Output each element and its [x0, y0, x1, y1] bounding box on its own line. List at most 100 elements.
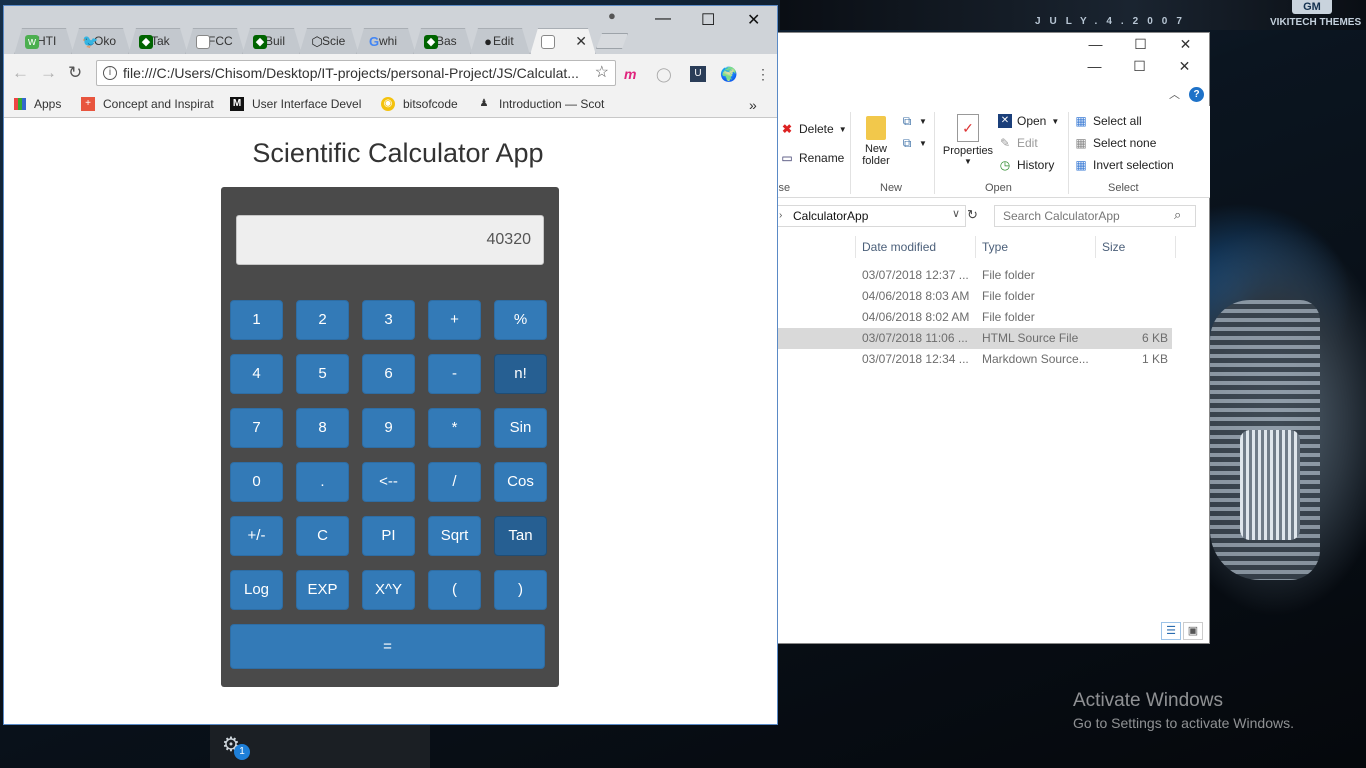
extension-shield-icon[interactable]: U — [690, 66, 706, 82]
close-icon[interactable]: ✕ — [747, 10, 760, 30]
key-decimal[interactable]: . — [296, 462, 349, 502]
address-dropdown-icon[interactable]: ∨ — [952, 207, 960, 220]
key-percent[interactable]: % — [494, 300, 547, 340]
reload-icon[interactable]: ↻ — [68, 63, 82, 83]
key-log[interactable]: Log — [230, 570, 283, 610]
key-sin[interactable]: Sin — [494, 408, 547, 448]
key-9[interactable]: 9 — [362, 408, 415, 448]
key-tan[interactable]: Tan — [494, 516, 547, 556]
key-negate[interactable]: +/- — [230, 516, 283, 556]
key-5[interactable]: 5 — [296, 354, 349, 394]
mention-extension-icon[interactable]: m — [624, 66, 636, 82]
close-icon[interactable]: ✕ — [1162, 58, 1207, 75]
minimize-icon[interactable]: — — [1073, 36, 1118, 53]
file-row[interactable]: 04/06/2018 8:03 AM File folder — [776, 286, 1172, 307]
key-7[interactable]: 7 — [230, 408, 283, 448]
bookmark-apps[interactable]: Apps — [14, 97, 61, 111]
key-exp[interactable]: EXP — [296, 570, 349, 610]
key-backspace[interactable]: <-- — [362, 462, 415, 502]
tab-active[interactable]: ✕ — [530, 28, 596, 55]
minimize-icon[interactable]: — — [1072, 58, 1117, 75]
file-row[interactable]: 03/07/2018 12:34 ... Markdown Source... … — [776, 349, 1172, 370]
edit-button[interactable]: ✎ Edit — [998, 136, 1038, 150]
easy-access-button[interactable]: ⧉ ▼ — [900, 136, 927, 150]
key-6[interactable]: 6 — [362, 354, 415, 394]
back-icon[interactable]: ← — [12, 63, 29, 83]
collapse-ribbon-icon[interactable]: ︿ — [1169, 86, 1180, 102]
open-button[interactable]: ✕ Open ▼ — [998, 114, 1059, 128]
bookmarks-overflow-icon[interactable]: » — [749, 97, 757, 113]
file-row[interactable]: 03/07/2018 12:37 ... File folder — [776, 265, 1172, 286]
menu-icon[interactable]: ⋮ — [756, 66, 770, 83]
file-row-selected[interactable]: 03/07/2018 11:06 ... HTML Source File 6 … — [776, 328, 1172, 349]
column-type[interactable]: Type — [982, 240, 1008, 254]
select-none-button[interactable]: ▦ Select none — [1074, 136, 1156, 150]
maximize-icon[interactable]: ☐ — [1117, 58, 1162, 75]
refresh-icon[interactable]: ↻ — [967, 207, 978, 223]
tab[interactable]: w HTI — [14, 28, 74, 55]
key-subtract[interactable]: - — [428, 354, 481, 394]
maximize-icon[interactable]: ☐ — [1118, 36, 1163, 53]
bookmark-item[interactable]: ♟ Introduction — Scot — [477, 97, 605, 111]
bookmark-item[interactable]: M User Interface Devel — [230, 97, 361, 111]
key-8[interactable]: 8 — [296, 408, 349, 448]
bookmark-star-icon[interactable]: ☆ — [595, 61, 609, 85]
key-clear[interactable]: C — [296, 516, 349, 556]
new-tab-button[interactable] — [596, 33, 628, 49]
file-row[interactable]: 04/06/2018 8:02 AM File folder — [776, 307, 1172, 328]
forward-icon[interactable]: → — [40, 63, 57, 83]
tab[interactable]: ◆ Buil — [242, 28, 302, 55]
key-cos[interactable]: Cos — [494, 462, 547, 502]
info-icon[interactable]: i — [103, 66, 117, 80]
help-icon[interactable]: ? — [1189, 87, 1204, 102]
key-pi[interactable]: PI — [362, 516, 415, 556]
tab[interactable]: ◆ Tak — [128, 28, 188, 55]
key-power[interactable]: X^Y — [362, 570, 415, 610]
bookmark-item[interactable]: + Concept and Inspirat — [81, 97, 214, 111]
tab[interactable]: FCC — [185, 28, 245, 55]
url-input[interactable]: i file:///C:/Users/Chisom/Desktop/IT-pro… — [96, 60, 616, 86]
tab[interactable]: G whi — [356, 28, 416, 55]
invert-selection-button[interactable]: ▦ Invert selection — [1074, 158, 1173, 172]
key-multiply[interactable]: * — [428, 408, 481, 448]
key-open-paren[interactable]: ( — [428, 570, 481, 610]
tab[interactable]: 🐦 Oko — [71, 28, 131, 55]
key-4[interactable]: 4 — [230, 354, 283, 394]
extension-globe-icon[interactable]: 🌍 — [720, 66, 737, 83]
column-date-modified[interactable]: Date modified — [862, 240, 936, 254]
tab[interactable]: ● Edit — [470, 28, 530, 55]
search-icon[interactable]: ⌕ — [1174, 207, 1181, 223]
key-close-paren[interactable]: ) — [494, 570, 547, 610]
close-icon[interactable]: ✕ — [1163, 36, 1208, 53]
key-equals[interactable]: = — [230, 624, 545, 669]
key-1[interactable]: 1 — [230, 300, 283, 340]
new-item-button[interactable]: ⧉ ▼ — [900, 114, 927, 128]
new-folder-button[interactable]: New folder — [858, 116, 894, 167]
delete-button[interactable]: ✖ Delete ▼ — [780, 122, 847, 136]
large-icons-view-icon[interactable]: ▣ — [1183, 622, 1203, 640]
profile-icon[interactable]: ● — [608, 8, 616, 23]
key-factorial[interactable]: n! — [494, 354, 547, 394]
key-2[interactable]: 2 — [296, 300, 349, 340]
extension-circle-icon[interactable]: ◯ — [656, 66, 672, 83]
key-sqrt[interactable]: Sqrt — [428, 516, 481, 556]
plus-bookmark-icon: + — [81, 97, 95, 111]
address-bar[interactable]: › CalculatorApp — [776, 205, 966, 227]
details-view-icon[interactable]: ☰ — [1161, 622, 1181, 640]
key-0[interactable]: 0 — [230, 462, 283, 502]
key-divide[interactable]: / — [428, 462, 481, 502]
history-button[interactable]: ◷ History — [998, 158, 1055, 172]
maximize-icon[interactable]: ☐ — [701, 10, 715, 30]
bookmark-item[interactable]: ◉ bitsofcode — [381, 97, 458, 111]
minimize-icon[interactable]: — — [655, 10, 671, 28]
tab[interactable]: ⬡ Scie — [299, 28, 359, 55]
properties-button[interactable]: ✓ Properties ▼ — [940, 114, 996, 166]
file-date: 03/07/2018 12:37 ... — [862, 268, 969, 282]
column-size[interactable]: Size — [1102, 240, 1125, 254]
select-all-button[interactable]: ▦ Select all — [1074, 114, 1141, 128]
key-3[interactable]: 3 — [362, 300, 415, 340]
search-input[interactable]: Search CalculatorApp — [994, 205, 1196, 227]
close-tab-icon[interactable]: ✕ — [575, 29, 587, 54]
key-add[interactable]: + — [428, 300, 481, 340]
tab[interactable]: ◆ Bas — [413, 28, 473, 55]
